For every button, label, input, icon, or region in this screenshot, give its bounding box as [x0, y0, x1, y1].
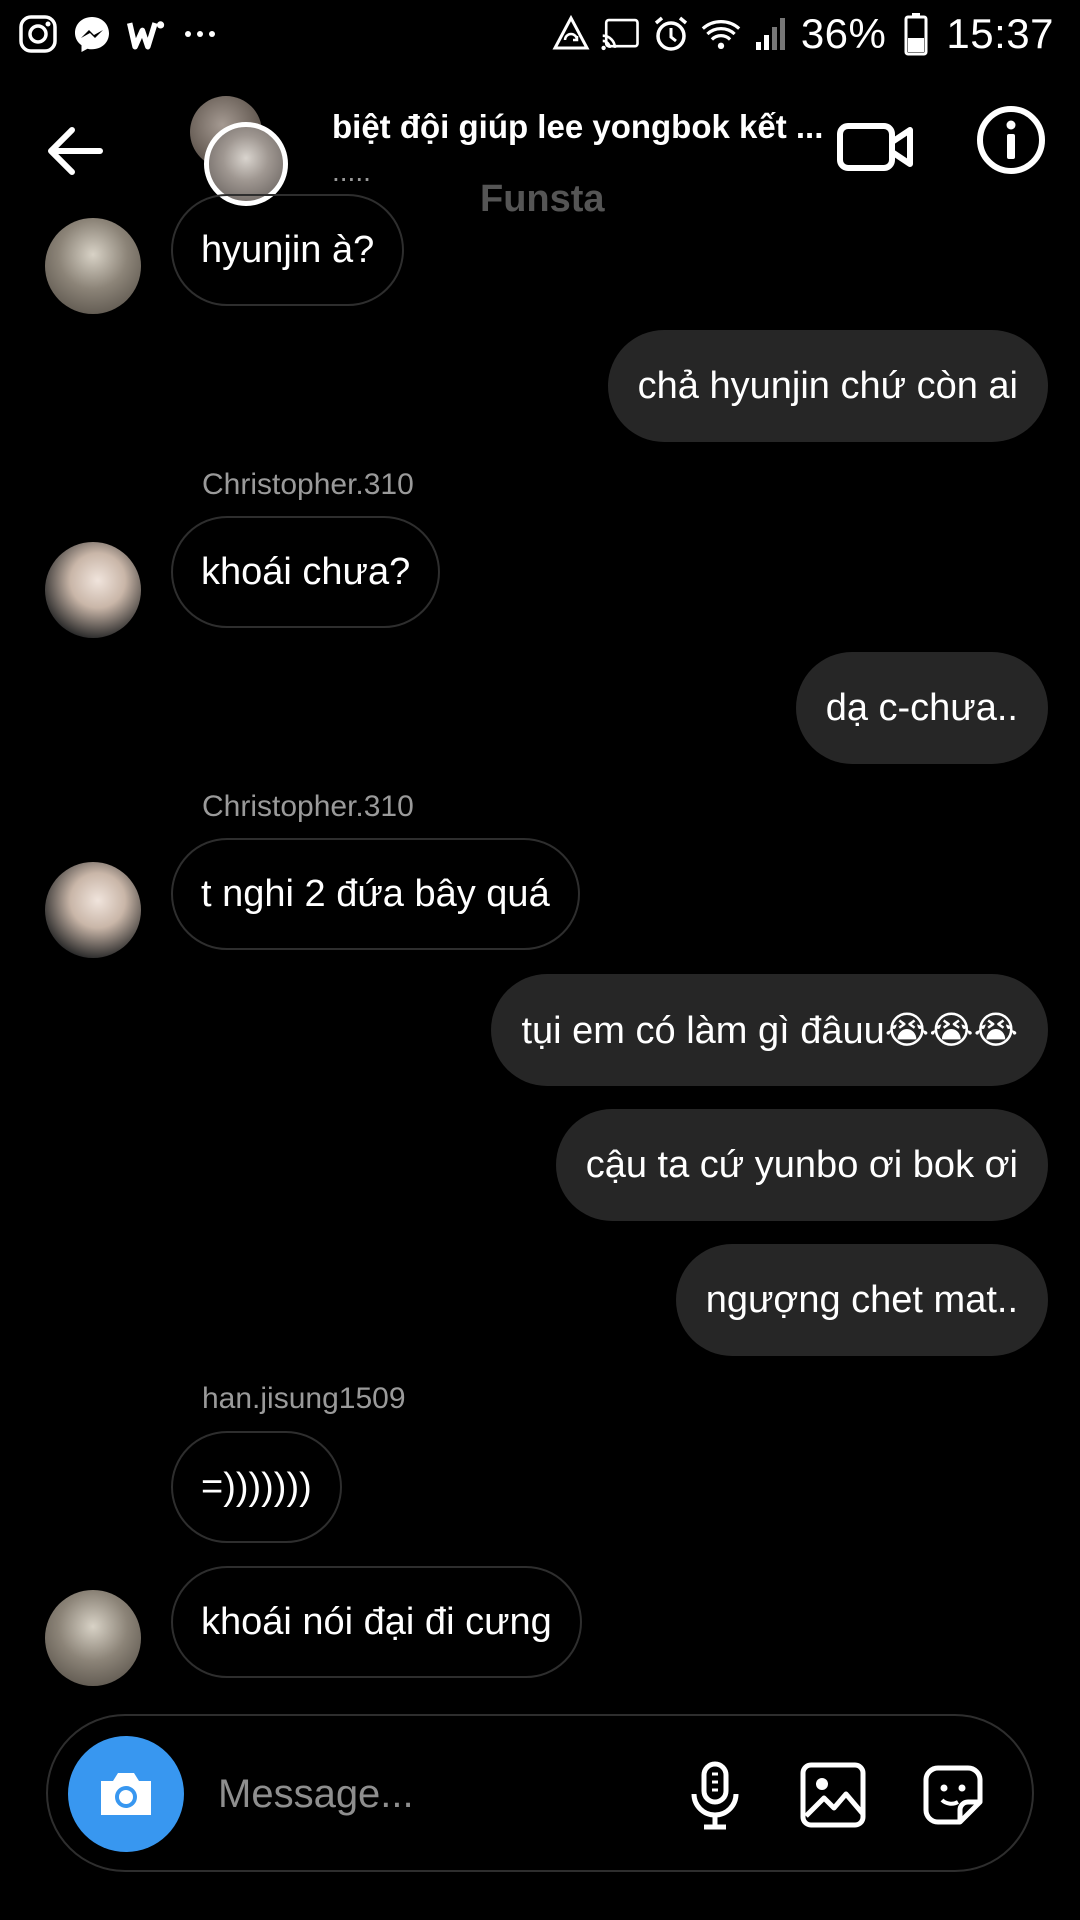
camera-icon [101, 1773, 151, 1815]
camera-button[interactable] [68, 1736, 184, 1852]
gallery-icon[interactable] [798, 1760, 868, 1830]
sender-name: Christopher.310 [202, 790, 414, 823]
signal-icon [751, 14, 791, 54]
sync-icon [551, 14, 591, 54]
wifi-icon [701, 14, 741, 54]
sender-name: han.jisung1509 [202, 1382, 406, 1415]
group-avatar[interactable] [186, 96, 296, 206]
message-outgoing[interactable]: dạ c-chưa.. [795, 652, 1048, 764]
message-outgoing[interactable]: cậu ta cứ yunbo ơi bok ơi [555, 1109, 1048, 1221]
status-bar-notifications [18, 14, 220, 54]
message-composer [46, 1714, 1034, 1872]
chat-title[interactable]: biệt đội giúp lee yongbok kết ... [332, 108, 832, 146]
sticker-icon[interactable] [918, 1760, 988, 1830]
more-icon [180, 14, 220, 54]
funsta-watermark: Funsta [480, 178, 605, 220]
alarm-icon [651, 14, 691, 54]
w-app-icon [126, 14, 166, 54]
message-outgoing[interactable]: ngượng chet mat.. [675, 1244, 1048, 1356]
message-incoming[interactable]: hyunjin à? [171, 194, 405, 306]
avatar[interactable] [45, 542, 141, 638]
status-bar: 36% 15:37 [0, 0, 1080, 76]
message-incoming[interactable]: khoái nói đại đi cưng [171, 1566, 582, 1678]
avatar[interactable] [45, 1590, 141, 1686]
microphone-icon[interactable] [680, 1760, 750, 1830]
instagram-icon [18, 14, 58, 54]
chat-subtitle: ..... [332, 156, 371, 187]
message-outgoing[interactable]: chả hyunjin chứ còn ai [607, 330, 1048, 442]
avatar[interactable] [45, 218, 141, 314]
message-incoming[interactable]: khoái chưa? [171, 516, 441, 628]
messenger-icon [72, 14, 112, 54]
message-incoming[interactable]: t nghi 2 đứa bây quá [171, 838, 580, 950]
sender-name: Christopher.310 [202, 468, 414, 501]
back-arrow-icon[interactable] [40, 116, 110, 186]
message-incoming[interactable]: =))))))) [171, 1431, 342, 1543]
message-input[interactable] [218, 1766, 618, 1822]
message-outgoing[interactable]: tụi em có làm gì đâuu😭😭😭 [491, 974, 1048, 1086]
avatar[interactable] [45, 862, 141, 958]
clock: 15:37 [946, 10, 1054, 57]
info-icon[interactable] [975, 104, 1047, 176]
battery-icon [896, 13, 936, 56]
video-call-icon[interactable] [836, 112, 916, 182]
chat-header: biệt đội giúp lee yongbok kết ... ..... … [0, 86, 1080, 236]
battery-percent: 36% [800, 10, 887, 57]
cast-icon [601, 14, 641, 54]
status-bar-system: 36% 15:37 [551, 10, 1054, 58]
